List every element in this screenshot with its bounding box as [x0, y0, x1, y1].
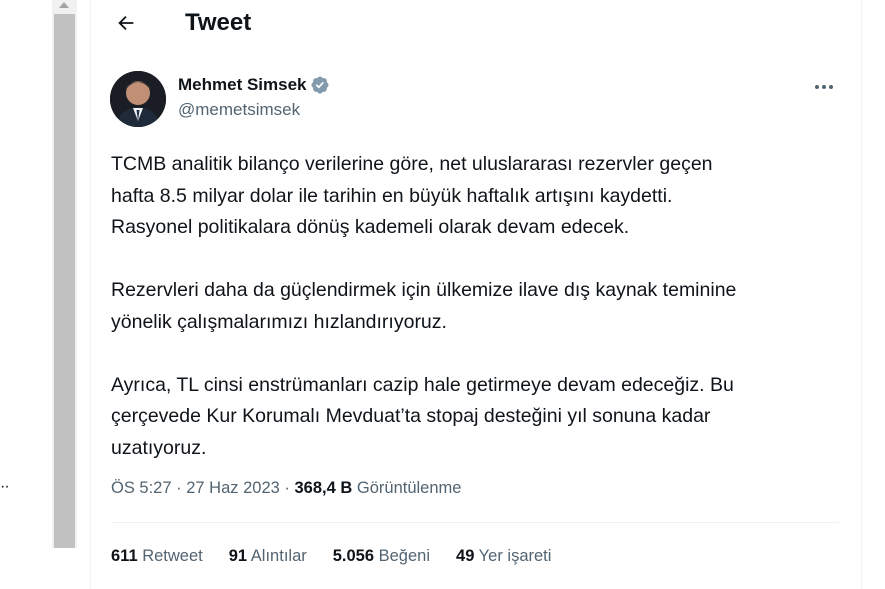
tweet-line: Rasyonel politikalara dönüş kademeli ola… — [111, 216, 630, 238]
stat-count: 5.056 — [332, 547, 375, 565]
tweet-line: TCMB analitik bilanço verilerine göre, n… — [111, 153, 713, 175]
tweet-meta: ÖS 5:27 · 27 Haz 2023 · 368,4 B Görüntül… — [111, 479, 461, 498]
tweet-time[interactable]: ÖS 5:27 — [111, 479, 172, 497]
stat-count: 611 — [111, 547, 138, 565]
tweet-line: yönelik çalışmalarımızı hızlandırıyoruz. — [111, 310, 447, 333]
verified-badge-icon[interactable] — [310, 75, 330, 95]
avatar[interactable] — [110, 71, 166, 127]
stat-count: 91 — [228, 547, 248, 565]
tweet-detail-column: Tweet Mehmet Simsek @memetsimsek TCMB an… — [90, 0, 862, 589]
likes-stat[interactable]: 5.056 Beğeni — [333, 547, 430, 566]
tweet-text: TCMB analitik bilanço verilerine göre, n… — [111, 149, 841, 464]
author-block: Mehmet Simsek @memetsimsek — [178, 74, 330, 120]
retweets-stat[interactable]: 611 Retweet — [111, 547, 203, 566]
tweet-line: Rezervleri daha da güçlendirmek için ülk… — [111, 279, 737, 301]
meta-separator: · — [284, 479, 290, 497]
views-count: 368,4 B — [294, 479, 353, 497]
stat-label: Yer işareti — [478, 547, 552, 565]
tweet-line: uzatıyoruz. — [111, 436, 207, 459]
scrollbar-thumb[interactable] — [54, 14, 75, 548]
more-horizontal-icon — [814, 77, 834, 95]
tweet-line: hafta 8.5 milyar dolar ile tarihin en bü… — [111, 184, 673, 207]
meta-separator: · — [176, 479, 182, 497]
more-options-button[interactable] — [809, 76, 839, 96]
tweet-line: Ayrıca, TL cinsi enstrümanları cazip hal… — [111, 373, 734, 396]
tweet-date[interactable]: 27 Haz 2023 — [186, 479, 280, 497]
header: Tweet — [91, 0, 861, 50]
views-label: Görüntülenme — [356, 479, 462, 497]
quotes-stat[interactable]: 91 Alıntılar — [229, 547, 307, 566]
author-handle[interactable]: @memetsimsek — [178, 100, 330, 120]
stat-label: Beğeni — [378, 547, 431, 565]
stat-label: Alıntılar — [250, 547, 307, 565]
bookmarks-stat[interactable]: 49 Yer işareti — [456, 547, 551, 566]
scroll-up-arrow-icon[interactable] — [59, 2, 69, 8]
page-title: Tweet — [185, 9, 252, 36]
tweet-stats: 611 Retweet 91 Alıntılar 5.056 Beğeni 49… — [111, 547, 577, 566]
divider — [111, 522, 839, 523]
back-button[interactable] — [109, 8, 143, 42]
tweet-line: çerçevede Kur Korumalı Mevduat’ta stopaj… — [111, 405, 711, 427]
arrow-left-icon — [115, 12, 137, 39]
author-name[interactable]: Mehmet Simsek — [178, 75, 307, 95]
stat-label: Retweet — [142, 547, 203, 565]
truncated-text-ellipsis: ·· — [0, 478, 10, 495]
stat-count: 49 — [456, 547, 475, 565]
